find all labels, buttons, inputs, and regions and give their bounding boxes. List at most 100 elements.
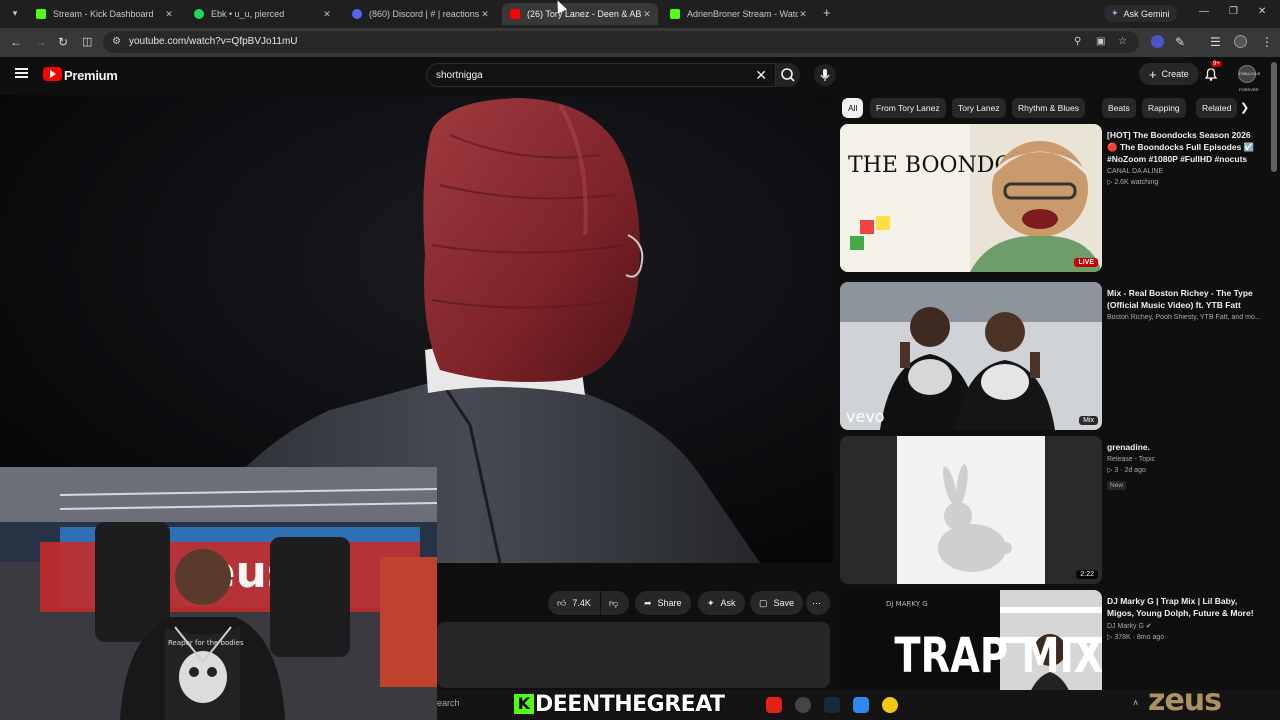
account-avatar[interactable]: FABULOUS FOREVER xyxy=(1238,65,1260,92)
tab-close-icon[interactable]: ✕ xyxy=(164,9,174,20)
ask-gemini-button[interactable]: ✦ Ask Gemini xyxy=(1104,5,1177,22)
video-thumbnail[interactable]: vevo Mix xyxy=(840,282,1102,430)
norton-taskbar-icon[interactable] xyxy=(882,697,898,713)
media-controls-icon[interactable]: ☰ xyxy=(1210,35,1221,49)
tab-title: AdrienBroner Stream - Watch L xyxy=(687,9,798,19)
youtube-taskbar-icon[interactable] xyxy=(766,697,782,713)
tray-chevron-icon[interactable]: ˄ xyxy=(1133,698,1138,708)
video-info: Mix - Real Boston Richey - The Type (Off… xyxy=(1107,287,1263,321)
webcam-overlay: zeus Reaper for the bodies xyxy=(0,467,437,720)
tab-close-icon[interactable]: ✕ xyxy=(480,9,490,20)
description-box[interactable] xyxy=(437,622,830,688)
video-thumbnail[interactable]: THE BOONDOCKS LIVE xyxy=(840,124,1102,272)
tab-close-icon[interactable]: ✕ xyxy=(642,9,652,20)
thumb-title-text: TRAP MIX xyxy=(894,629,1102,684)
obs-taskbar-icon[interactable] xyxy=(795,697,811,713)
video-title[interactable]: grenadine. xyxy=(1107,441,1263,453)
bookmark-star-icon[interactable]: ☆ xyxy=(1118,36,1127,47)
tab-search-icon[interactable]: ▾ xyxy=(8,6,22,20)
back-icon[interactable]: ← xyxy=(10,35,22,49)
restore-icon[interactable]: ❐ xyxy=(1229,6,1238,17)
save-label: Save xyxy=(773,598,795,608)
page-scrollbar[interactable] xyxy=(1271,62,1277,172)
video-info: [HOT] The Boondocks Season 2026 🔴 The Bo… xyxy=(1107,129,1263,186)
channel-name-text: DJ Marky G xyxy=(1107,623,1144,630)
chip-related[interactable]: Related xyxy=(1196,98,1238,118)
video-info: grenadine. Release - Topic ▷ 3 · 2d ago … xyxy=(1107,441,1263,492)
browser-tab-kick-dashboard[interactable]: Stream - Kick Dashboard ✕ xyxy=(28,3,180,25)
clear-search-icon[interactable]: ✕ xyxy=(755,67,767,84)
plus-icon: + xyxy=(1149,66,1157,82)
channel-name[interactable]: Release - Topic xyxy=(1107,456,1263,463)
browser-tab-strip: ▾ Stream - Kick Dashboard ✕ Ebk • u_u, p… xyxy=(0,0,1280,28)
tab-title: Stream - Kick Dashboard xyxy=(53,9,154,19)
search-input[interactable]: shortnigga ✕ xyxy=(426,63,776,87)
chip-rapping[interactable]: Rapping xyxy=(1142,98,1186,118)
video-title[interactable]: DJ Marky G | Trap Mix | Lil Baby, Migos,… xyxy=(1107,595,1263,619)
video-thumbnail[interactable]: 2:22 xyxy=(840,436,1102,584)
new-tab-icon[interactable]: + xyxy=(823,6,831,19)
share-button[interactable]: ➦ Share xyxy=(635,591,691,615)
browser-tab-discord[interactable]: (860) Discord | # | reactions ✕ xyxy=(344,3,496,25)
rabbit-cover-thumbnail-art xyxy=(840,436,1102,584)
search-icon xyxy=(781,68,795,82)
forward-icon[interactable]: → xyxy=(35,35,47,49)
recommendation-item[interactable]: 2:22 grenadine. Release - Topic ▷ 3 · 2d… xyxy=(840,436,1265,584)
video-title[interactable]: Mix - Real Boston Richey - The Type (Off… xyxy=(1107,287,1263,311)
extension-icon[interactable] xyxy=(1151,35,1164,48)
tab-close-icon[interactable]: ✕ xyxy=(322,9,332,20)
avatar-text: FABULOUS FOREVER xyxy=(1239,71,1261,92)
app-taskbar-icon[interactable] xyxy=(853,697,869,713)
taskbar-search[interactable]: earch xyxy=(437,698,460,708)
create-button[interactable]: + Create xyxy=(1139,63,1199,85)
menu-icon[interactable] xyxy=(15,68,28,78)
chip-all[interactable]: All xyxy=(842,98,864,118)
zoom-icon[interactable]: ⚲ xyxy=(1074,36,1081,47)
video-title[interactable]: [HOT] The Boondocks Season 2026 🔴 The Bo… xyxy=(1107,129,1263,165)
channel-name[interactable]: DJ Marky G ✔ xyxy=(1107,622,1263,630)
browser-tab-youtube[interactable]: (26) Tory Lanez - Deen & AB // ✕ xyxy=(502,3,658,25)
chip-from-tory-lanez[interactable]: From Tory Lanez xyxy=(870,98,946,118)
voice-search-button[interactable] xyxy=(814,64,836,86)
chip-beats[interactable]: Beats xyxy=(1102,98,1136,118)
profile-icon[interactable] xyxy=(1234,35,1247,48)
live-badge: LIVE xyxy=(1074,258,1098,267)
chevron-right-icon[interactable]: ❯ xyxy=(1240,101,1249,114)
save-button[interactable]: ▢ Save xyxy=(750,591,804,615)
site-info-icon[interactable]: ⚙ xyxy=(112,36,121,47)
youtube-logo-icon[interactable] xyxy=(43,67,62,81)
channel-name[interactable]: Boston Richey, Pooh Shiesty, YTB Fatt, a… xyxy=(1107,314,1263,321)
browser-tab-spotify[interactable]: Ebk • u_u, pierced ✕ xyxy=(186,3,338,25)
dislike-button[interactable]: 👎︎ xyxy=(601,591,629,615)
browser-toolbar: ← → ↻ ◫ ⚙ youtube.com/watch?v=QfpBVJo11m… xyxy=(0,28,1280,57)
minimize-icon[interactable]: — xyxy=(1199,6,1209,17)
address-bar[interactable]: ⚙ youtube.com/watch?v=QfpBVJo11mU ⚲ ▣ ☆ xyxy=(103,31,1139,53)
chrome-menu-icon[interactable]: ⋮ xyxy=(1261,35,1273,49)
ask-gemini-label: Ask Gemini xyxy=(1123,8,1170,19)
chip-tory-lanez[interactable]: Tory Lanez xyxy=(952,98,1006,118)
install-app-icon[interactable]: ▣ xyxy=(1096,36,1105,47)
sidebar-icon[interactable]: ◫ xyxy=(82,35,92,49)
notifications-bell-icon[interactable] xyxy=(1203,66,1219,82)
tab-title: Ebk • u_u, pierced xyxy=(211,9,285,19)
like-button[interactable]: 👍︎ 7.4K xyxy=(548,591,600,615)
ask-button[interactable]: ✦ Ask xyxy=(698,591,745,615)
recommendation-item[interactable]: THE BOONDOCKS LIVE [HOT] The Boondocks S… xyxy=(840,124,1265,272)
kick-logo-icon: K xyxy=(514,694,534,714)
tab-title: (860) Discord | # | reactions xyxy=(369,9,480,19)
more-horizontal-icon: ⋯ xyxy=(812,597,821,608)
window-close-icon[interactable]: ✕ xyxy=(1258,6,1266,17)
extensions-puzzle-icon[interactable]: ✎ xyxy=(1175,35,1185,49)
chip-rhythm-blues[interactable]: Rhythm & Blues xyxy=(1012,98,1085,118)
recommendation-item[interactable]: vevo Mix Mix - Real Boston Richey - The … xyxy=(840,282,1265,430)
browser-tab-kick-stream[interactable]: AdrienBroner Stream - Watch L ✕ xyxy=(662,3,814,25)
tab-close-icon[interactable]: ✕ xyxy=(798,9,808,20)
steam-taskbar-icon[interactable] xyxy=(824,697,840,713)
more-actions-button[interactable]: ⋯ xyxy=(806,591,830,615)
url-text: youtube.com/watch?v=QfpBVJo11mU xyxy=(129,36,298,47)
search-button[interactable] xyxy=(776,63,800,87)
reload-icon[interactable]: ↻ xyxy=(58,35,68,49)
youtube-brand-label[interactable]: Premium xyxy=(64,68,118,83)
new-badge: New xyxy=(1107,481,1127,490)
channel-name[interactable]: CANAL DA ALINE xyxy=(1107,168,1263,175)
